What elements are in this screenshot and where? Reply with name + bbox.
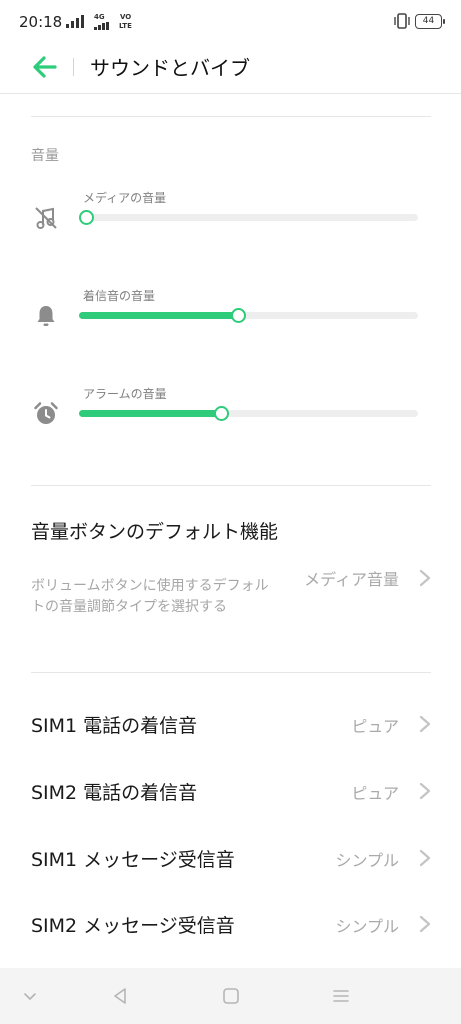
ringtone-volume-thumb[interactable] bbox=[231, 308, 247, 323]
ringtone-volume-fill bbox=[79, 312, 239, 319]
sim1-call-ringtone-row[interactable]: SIM1 電話の着信音 ピュア bbox=[0, 691, 461, 757]
back-arrow-icon bbox=[33, 56, 57, 78]
section-divider bbox=[31, 485, 431, 486]
chevron-right-icon bbox=[419, 715, 431, 733]
music-muted-icon bbox=[35, 207, 57, 229]
lte-label: LTE bbox=[119, 22, 132, 30]
back-button[interactable] bbox=[28, 52, 62, 82]
default-function-description: ボリュームボタンに使用するデフォルトの音量調節タイプを選択する bbox=[31, 578, 269, 615]
ringtone-volume-label: 着信音の音量 bbox=[83, 289, 156, 303]
app-bar: サウンドとバイブ bbox=[0, 44, 461, 94]
list-item-value: シンプル bbox=[335, 851, 399, 870]
list-item-value: シンプル bbox=[335, 917, 399, 936]
default-function-value: メディア音量 bbox=[304, 570, 399, 589]
back-icon[interactable] bbox=[108, 984, 132, 1008]
page-title: サウンドとバイブ bbox=[90, 56, 250, 80]
vibrate-icon bbox=[394, 13, 410, 29]
signal-strength-icon bbox=[66, 15, 86, 28]
home-icon[interactable] bbox=[219, 984, 243, 1008]
bell-icon bbox=[37, 306, 55, 326]
alarm-clock-icon bbox=[34, 402, 58, 424]
ringtone-volume-slider[interactable] bbox=[79, 308, 418, 323]
alarm-volume-slider[interactable] bbox=[79, 406, 418, 421]
chevron-right-icon bbox=[419, 849, 431, 867]
system-nav-bar bbox=[0, 968, 461, 1024]
section-divider bbox=[31, 116, 431, 117]
media-volume-row: メディアの音量 bbox=[0, 189, 461, 259]
collapse-icon[interactable] bbox=[18, 984, 42, 1008]
battery-indicator: 44 bbox=[415, 14, 445, 29]
sim2-call-ringtone-row[interactable]: SIM2 電話の着信音 ピュア bbox=[0, 758, 461, 824]
sim2-message-tone-row[interactable]: SIM2 メッセージ受信音 シンプル bbox=[0, 891, 461, 957]
menu-icon[interactable] bbox=[329, 984, 353, 1008]
media-volume-thumb[interactable] bbox=[79, 210, 94, 225]
section-divider bbox=[31, 672, 431, 673]
ringtone-volume-row: 着信音の音量 bbox=[0, 287, 461, 357]
list-item-value: ピュア bbox=[351, 784, 399, 803]
list-item-title: SIM2 メッセージ受信音 bbox=[31, 915, 235, 937]
alarm-volume-label: アラームの音量 bbox=[83, 387, 167, 401]
chevron-right-icon bbox=[419, 915, 431, 933]
media-volume-label: メディアの音量 bbox=[83, 191, 167, 205]
signal-strength-icon-2 bbox=[94, 22, 110, 30]
chevron-right-icon bbox=[419, 782, 431, 800]
list-item-value: ピュア bbox=[351, 717, 399, 736]
media-volume-slider[interactable] bbox=[79, 210, 418, 225]
list-item-title: SIM1 電話の着信音 bbox=[31, 715, 198, 737]
list-item-title: SIM1 メッセージ受信音 bbox=[31, 849, 235, 871]
alarm-volume-fill bbox=[79, 410, 222, 417]
status-bar: 20:18 4G VO LTE 44 bbox=[0, 0, 461, 44]
list-item-title: SIM2 電話の着信音 bbox=[31, 782, 198, 804]
default-function-title: 音量ボタンのデフォルト機能 bbox=[31, 521, 279, 543]
status-time: 20:18 bbox=[19, 13, 63, 31]
alarm-volume-thumb[interactable] bbox=[214, 406, 230, 421]
volume-section-header: 音量 bbox=[31, 148, 59, 164]
app-bar-divider bbox=[73, 58, 74, 76]
network-type-label: 4G bbox=[94, 13, 105, 21]
alarm-volume-row: アラームの音量 bbox=[0, 385, 461, 455]
sim1-message-tone-row[interactable]: SIM1 メッセージ受信音 シンプル bbox=[0, 825, 461, 891]
chevron-right-icon bbox=[419, 569, 431, 587]
volte-label: VO bbox=[120, 13, 132, 21]
